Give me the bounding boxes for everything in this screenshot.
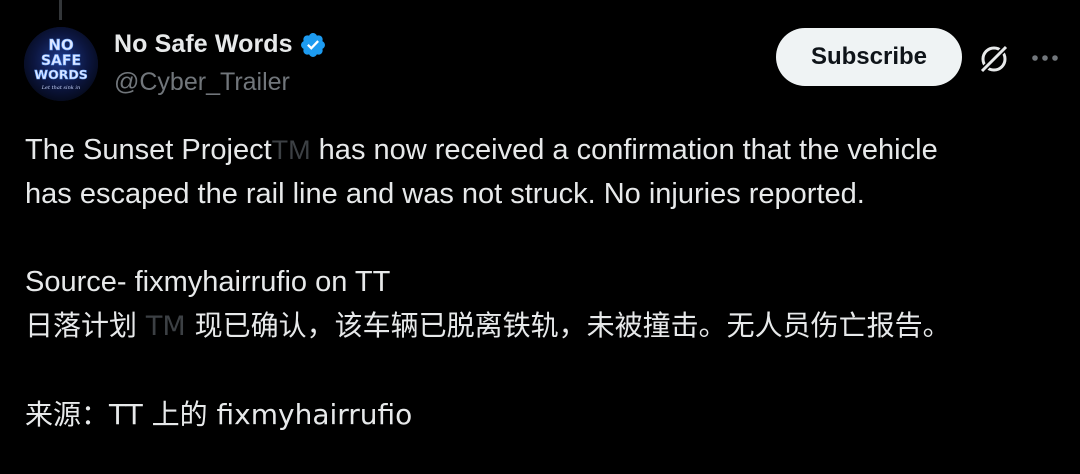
tweet-chinese-source-line: 来源：TT 上的 fixmyhairrufio <box>25 398 413 431</box>
avatar-logo-line-3: WORDS <box>34 67 87 82</box>
more-options-icon[interactable] <box>1029 44 1061 72</box>
author-handle[interactable]: @Cyber_Trailer <box>114 68 290 97</box>
tweet-text-part: has now received a confirmation that the… <box>310 134 938 166</box>
thread-connector-line <box>59 0 62 20</box>
subscribe-button[interactable]: Subscribe <box>776 28 962 86</box>
no-safe-words-logo: NO SAFE WORDS Let that sink in <box>24 27 98 101</box>
tweet-text: The Sunset ProjectTM has now received a … <box>25 128 1065 437</box>
trademark-symbol: TM <box>145 311 186 342</box>
tweet-text-part: The Sunset Project <box>25 134 272 166</box>
author-name-row[interactable]: No Safe Words <box>114 30 327 59</box>
avatar-logo-tagline: Let that sink in <box>41 85 81 91</box>
tweet-text-part: 日落计划 <box>25 309 146 342</box>
trademark-symbol: TM <box>271 135 311 165</box>
tweet-line-2: has escaped the rail line and was not st… <box>25 178 865 210</box>
verified-badge-icon[interactable] <box>299 31 327 59</box>
display-name[interactable]: No Safe Words <box>114 30 293 59</box>
tweet-line-1: The Sunset ProjectTM has now received a … <box>25 128 1065 172</box>
avatar-logo-line-1: NO <box>48 36 73 54</box>
tweet-text-part: 现已确认，该车辆已脱离铁轨，未被撞击。无人员伤亡报告。 <box>185 309 951 342</box>
avatar[interactable]: NO SAFE WORDS Let that sink in <box>24 27 98 101</box>
tweet-source-line: Source- fixmyhairrufio on TT <box>25 266 391 298</box>
grok-icon[interactable] <box>976 41 1012 77</box>
tweet-chinese-line: 日落计划 TM 现已确认，该车辆已脱离铁轨，未被撞击。无人员伤亡报告。 <box>25 304 1065 349</box>
